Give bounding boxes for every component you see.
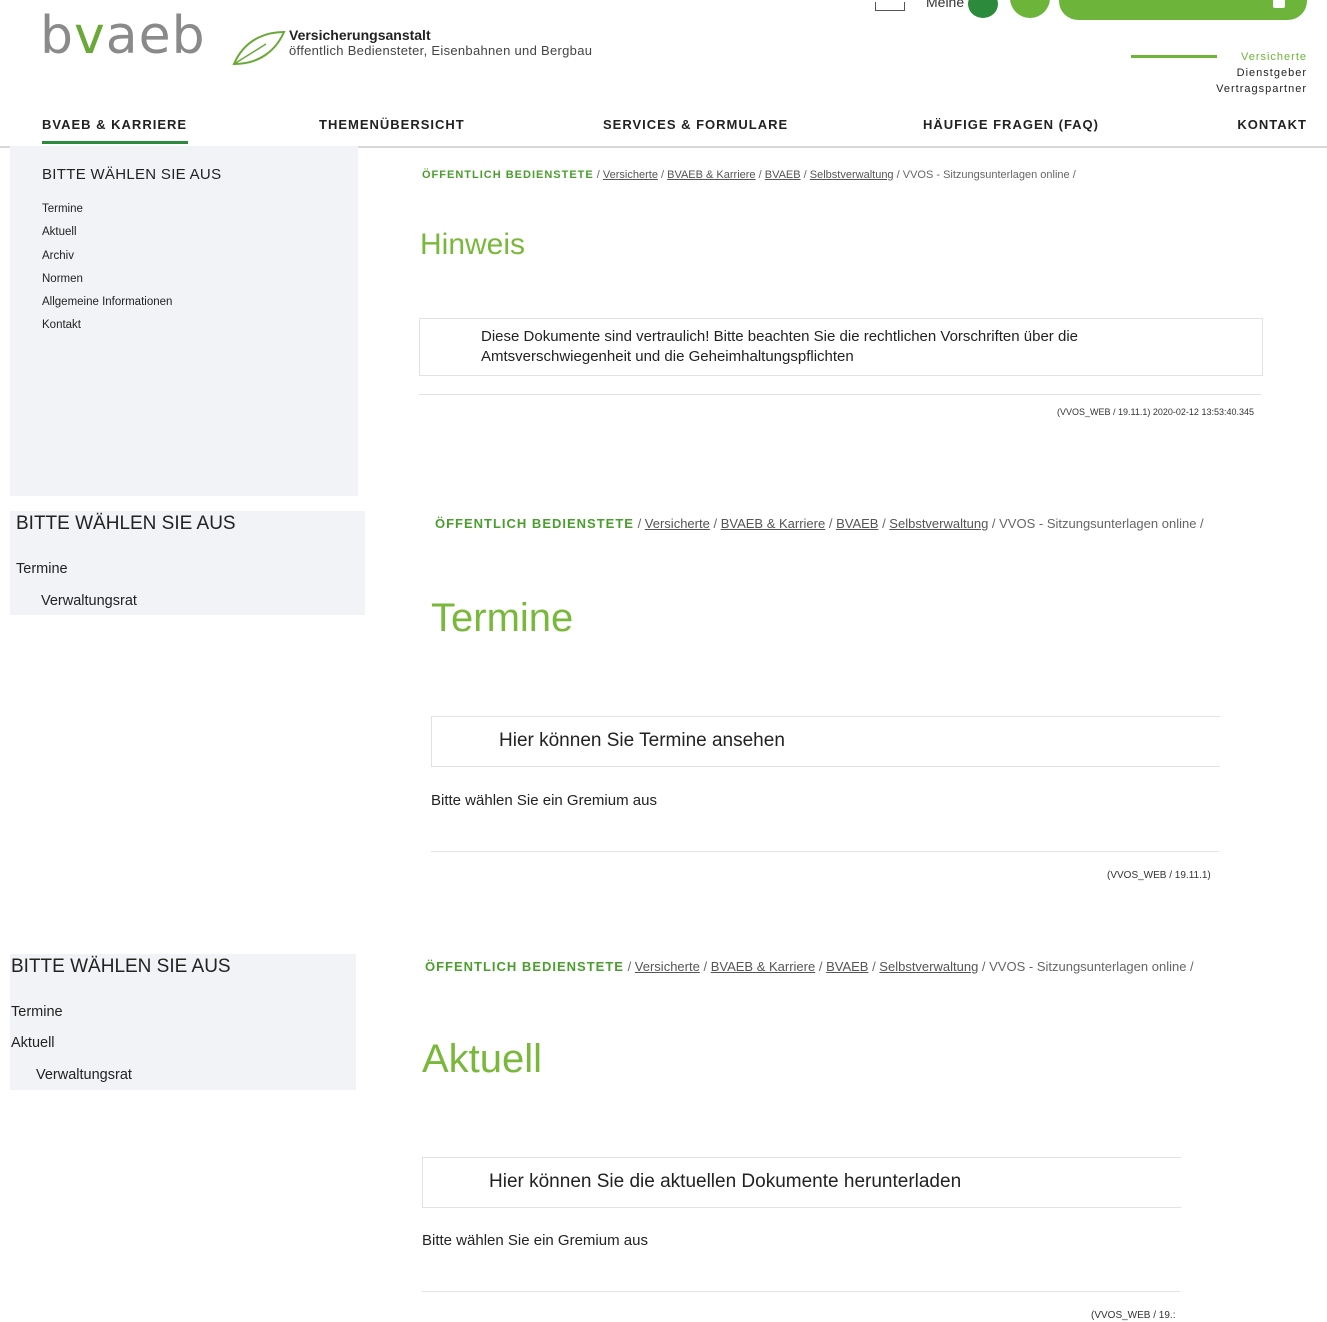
info-box: Hier können Sie die aktuellen Dokumente … <box>422 1157 1181 1208</box>
sidebar-item-kontakt[interactable]: Kontakt <box>42 319 81 331</box>
sidebar-title: BITTE WÄHLEN SIE AUS <box>11 956 231 977</box>
breadcrumb-link[interactable]: BVAEB & Karriere <box>667 169 755 181</box>
meine-label[interactable]: Meine <box>926 0 964 10</box>
nav-item-faq[interactable]: HÄUFIGE FRAGEN (FAQ) <box>923 117 1099 132</box>
search-bar[interactable] <box>1059 0 1307 20</box>
main-nav: BVAEB & KARRIERE THEMENÜBERSICHT SERVICE… <box>0 108 1327 148</box>
breadcrumb-link[interactable]: BVAEB & Karriere <box>721 516 826 531</box>
breadcrumb-link[interactable]: Versicherte <box>603 169 658 181</box>
page-title: Aktuell <box>422 1037 543 1081</box>
breadcrumb-link[interactable]: BVAEB <box>765 169 801 181</box>
sidebar-subitem-verwaltungsrat[interactable]: Verwaltungsrat <box>36 1067 132 1083</box>
breadcrumb-link[interactable]: BVAEB & Karriere <box>711 959 816 974</box>
breadcrumb-current: VVOS - Sitzungsunterlagen online / <box>989 959 1194 974</box>
version-footer: (VVOS_WEB / 19.11.1) 2020-02-12 13:53:40… <box>1057 407 1254 417</box>
sidebar: BITTE WÄHLEN SIE AUS Termine Verwaltungs… <box>10 511 365 615</box>
sidebar-item-archiv[interactable]: Archiv <box>42 250 74 262</box>
leaf-icon <box>232 30 286 66</box>
breadcrumb-link[interactable]: Selbstverwaltung <box>879 959 978 974</box>
mail-icon[interactable] <box>875 2 905 11</box>
info-text: Hier können Sie Termine ansehen <box>499 730 785 751</box>
breadcrumb-root[interactable]: ÖFFENTLICH BEDIENSTETE <box>422 169 594 181</box>
sidebar-title: BITTE WÄHLEN SIE AUS <box>16 513 236 534</box>
sidebar-item-aktuell[interactable]: Aktuell <box>42 226 77 238</box>
sidebar-title: BITTE WÄHLEN SIE AUS <box>42 166 222 183</box>
version-footer: (VVOS_WEB / 19.11.1) <box>1107 870 1211 881</box>
gremium-prompt: Bitte wählen Sie ein Gremium aus <box>422 1232 648 1249</box>
sidebar-subitem-verwaltungsrat[interactable]: Verwaltungsrat <box>41 593 137 609</box>
logo-letter: aeb <box>105 6 206 66</box>
version-footer: (VVOS_WEB / 19.: <box>1091 1310 1176 1321</box>
divider <box>419 394 1261 395</box>
gremium-prompt: Bitte wählen Sie ein Gremium aus <box>431 792 657 809</box>
breadcrumb-link[interactable]: Selbstverwaltung <box>889 516 988 531</box>
bvaeb-logo[interactable]: bvaeb <box>40 6 286 66</box>
breadcrumb-link[interactable]: BVAEB <box>836 516 878 531</box>
breadcrumb: ÖFFENTLICH BEDIENSTETE / Versicherte / B… <box>435 516 1204 531</box>
breadcrumb-current: VVOS - Sitzungsunterlagen online / <box>999 516 1204 531</box>
breadcrumb-root[interactable]: ÖFFENTLICH BEDIENSTETE <box>425 959 624 974</box>
search-icon <box>1273 0 1285 8</box>
sidebar: BITTE WÄHLEN SIE AUS Termine Aktuell Ver… <box>10 954 356 1090</box>
sidebar-item-termine[interactable]: Termine <box>42 203 83 215</box>
divider <box>422 1291 1180 1292</box>
breadcrumb-link[interactable]: Selbstverwaltung <box>810 169 894 181</box>
sidebar-item-allgemeine-informationen[interactable]: Allgemeine Informationen <box>42 296 172 308</box>
logo-letter: b <box>40 6 75 66</box>
nav-item-kontakt[interactable]: KONTAKT <box>1237 117 1307 132</box>
sidebar-item-normen[interactable]: Normen <box>42 273 83 285</box>
page-title: Hinweis <box>420 228 526 261</box>
logo-letter: v <box>74 6 106 66</box>
audience-vertragspartner[interactable]: Vertragspartner <box>1216 83 1307 95</box>
page-title: Termine <box>431 596 574 640</box>
sidebar-item-aktuell[interactable]: Aktuell <box>11 1035 55 1051</box>
breadcrumb-root[interactable]: ÖFFENTLICH BEDIENSTETE <box>435 516 634 531</box>
info-box: Hier können Sie Termine ansehen <box>431 716 1220 767</box>
divider <box>431 851 1219 852</box>
meine-svb-icon[interactable] <box>968 0 998 18</box>
sidebar-item-termine[interactable]: Termine <box>11 1004 63 1020</box>
nav-item-services[interactable]: SERVICES & FORMULARE <box>603 117 788 132</box>
sidebar: BITTE WÄHLEN SIE AUS Termine Aktuell Arc… <box>10 146 358 496</box>
breadcrumb: ÖFFENTLICH BEDIENSTETE / Versicherte / B… <box>422 169 1076 181</box>
breadcrumb: ÖFFENTLICH BEDIENSTETE / Versicherte / B… <box>425 959 1194 974</box>
org-subtitle: öffentlich Bediensteter, Eisenbahnen und… <box>289 43 593 58</box>
org-title: Versicherungsanstalt <box>289 27 431 43</box>
breadcrumb-link[interactable]: BVAEB <box>826 959 868 974</box>
breadcrumb-link[interactable]: Versicherte <box>645 516 710 531</box>
notice-box: Diese Dokumente sind vertraulich! Bitte … <box>419 318 1263 376</box>
sidebar-item-termine[interactable]: Termine <box>16 561 68 577</box>
audience-active-indicator <box>1131 55 1217 58</box>
login-button[interactable] <box>1010 0 1050 18</box>
nav-item-themen[interactable]: THEMENÜBERSICHT <box>319 117 465 132</box>
breadcrumb-link[interactable]: Versicherte <box>635 959 700 974</box>
notice-text: Diese Dokumente sind vertraulich! Bitte … <box>481 328 1078 365</box>
audience-versicherte[interactable]: Versicherte <box>1241 51 1307 63</box>
breadcrumb-current: VVOS - Sitzungsunterlagen online / <box>902 169 1076 181</box>
audience-dienstgeber[interactable]: Dienstgeber <box>1237 67 1307 79</box>
info-text: Hier können Sie die aktuellen Dokumente … <box>489 1171 962 1192</box>
nav-active-indicator <box>42 141 188 144</box>
nav-item-karriere[interactable]: BVAEB & KARRIERE <box>42 117 187 132</box>
